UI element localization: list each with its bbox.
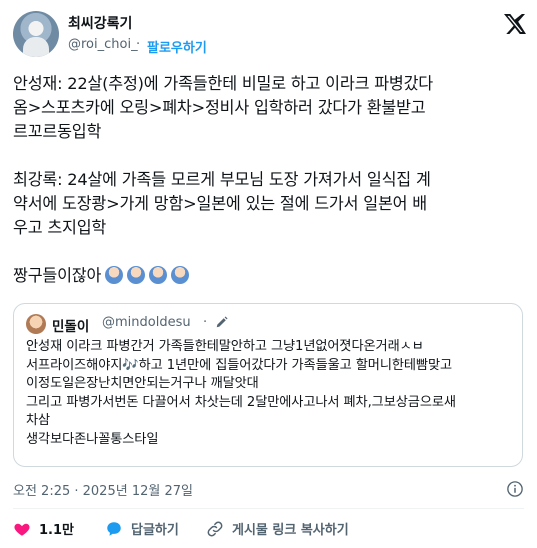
copy-link-button[interactable]: 게시물 링크 복사하기 [206,519,349,538]
facepalm-emoji-icon [171,266,190,284]
reply-bubble-icon [107,521,121,536]
quoted-author-name[interactable]: 민돌이 [52,315,89,335]
tweet-line: 약서에 도장쾅>가게 망함>일본에 있는 절에 드가서 일본어 배 [13,194,427,213]
reply-label: 답글하기 [131,523,179,538]
facepalm-emoji-icon [105,266,124,284]
author-avatar[interactable] [13,11,59,57]
tweet-line: 옴>스포츠카에 오링>폐차>정비사 입학하러 갔다가 환불받고 [13,98,426,117]
tweet-line: 르꼬르동입학 [13,122,102,141]
tweet-card: 최씨강록기 @roi_choi_ · 팔로우하기 안성재: 22살(추정)에 가… [0,0,537,548]
quoted-line: 안성재 이라크 파병간거 가족들한테말안하고 그냥1년없어졋다온거래ㅅㅂ [26,339,424,354]
reply-button[interactable]: 답글하기 [105,519,179,538]
tweet-line: 짱구들이잖아 [13,264,529,288]
copy-link-label: 게시물 링크 복사하기 [232,523,349,538]
facepalm-emoji-icon [127,266,146,284]
handle-separator: · [136,37,141,52]
quoted-tweet[interactable]: 민돌이 @mindoldesu · 안성재 이라크 파병간거 가족들한테말안하고… [13,303,523,467]
tweet-line: 최강록: 24살에 가족들 모르게 부모님 도장 가져가서 일식집 계 [13,170,431,189]
follow-button[interactable]: 팔로우하기 [147,37,207,56]
like-count: 1.1만 [39,523,74,538]
info-icon[interactable] [506,480,524,498]
tweet-paragraph: 최강록: 24살에 가족들 모르게 부모님 도장 가져가서 일식집 계 약서에 … [13,168,529,240]
author-handle[interactable]: @roi_choi_ [68,37,138,52]
quoted-line: 그리고 파병가서번돈 다끌어서 차삿는데 2달만에사고나서 폐차,그보상금으로새 [26,394,456,410]
tweet-timestamp[interactable]: 오전 2:25 · 2025년 12월 27일 [13,480,193,499]
quoted-line: 이정도일은장난치면안되는거구나 깨달앗대 [26,376,259,391]
link-icon [207,521,223,536]
quoted-author-avatar[interactable] [26,314,46,334]
quoted-line: 생각보다존나꼴통스타일 [26,431,159,447]
quoted-author-handle[interactable]: @mindoldesu [102,315,191,330]
quoted-line: 차삼 [26,413,51,428]
heart-icon [14,523,30,536]
divider [13,508,524,509]
x-logo-icon[interactable] [503,12,527,36]
tweet-line-text: 짱구들이잖아 [13,266,102,285]
quoted-line: 서프라이즈해야지🎶하고 1년만에 집들어갔다가 가족들울고 할머니한테빰맞고 [26,357,453,373]
quoted-tweet-text: 안성재 이라크 파병간거 가족들한테말안하고 그냥1년없어졋다온거래ㅅㅂ 서프라… [26,338,516,449]
facepalm-emoji-icon [149,266,168,284]
tweet-paragraph: 안성재: 22살(추정)에 가족들한테 비밀로 하고 이라크 파병갔다 옴>스포… [13,72,529,144]
tweet-line: 우고 츠지입학 [13,218,107,237]
author-name[interactable]: 최씨강록기 [68,13,132,33]
like-button[interactable]: 1.1만 [13,519,74,538]
tweet-line: 안성재: 22살(추정)에 가족들한테 비밀로 하고 이라크 파병갔다 [13,74,433,93]
quoted-separator: · [203,315,208,330]
edited-pen-icon [216,316,228,328]
tweet-paragraph: 짱구들이잖아 [13,264,529,288]
tweet-text: 안성재: 22살(추정)에 가족들한테 비밀로 하고 이라크 파병갔다 옴>스포… [13,72,529,288]
